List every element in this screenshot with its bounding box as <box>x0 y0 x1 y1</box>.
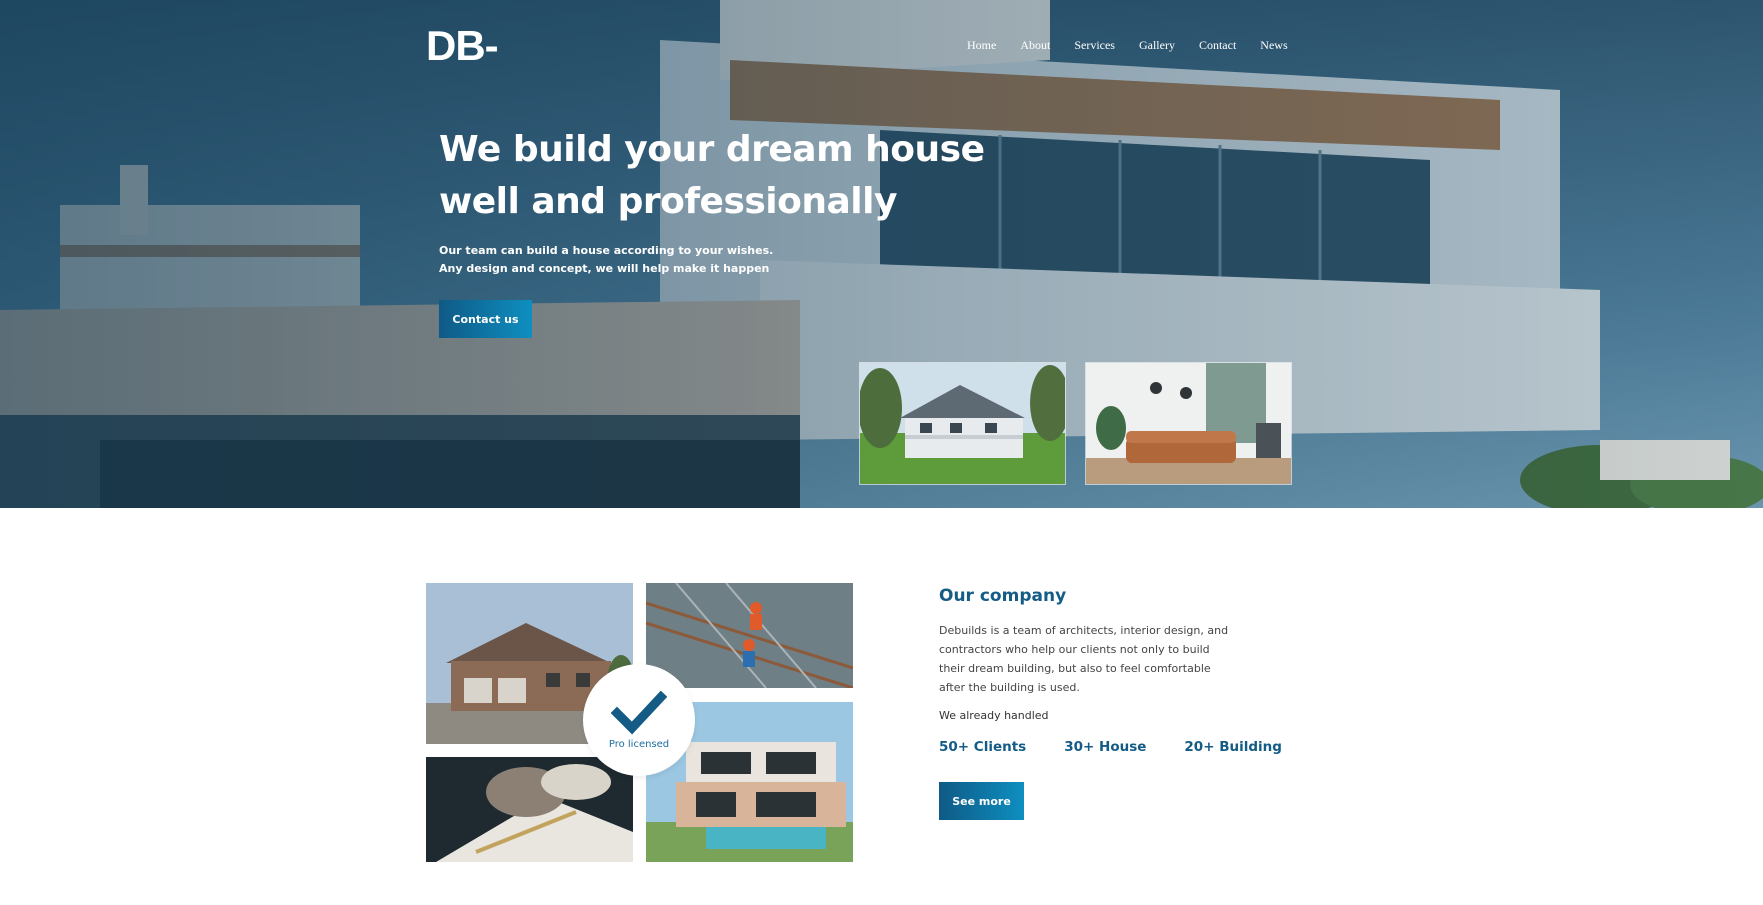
hero-subtitle: Our team can build a house according to … <box>439 242 859 278</box>
hero-subtitle-line-1: Our team can build a house according to … <box>439 244 774 257</box>
living-room-photo <box>1085 362 1292 485</box>
construction-workers-photo <box>646 583 853 688</box>
nav-item-news[interactable]: News <box>1260 38 1287 53</box>
hero-title: We build your dream house well and profe… <box>439 124 999 228</box>
site-logo[interactable]: DB- <box>426 22 499 70</box>
main-nav: Home About Services Gallery Contact News <box>967 38 1312 53</box>
stat-building: 20+ Building <box>1184 739 1282 755</box>
nav-item-services[interactable]: Services <box>1074 38 1115 53</box>
stat-house: 30+ House <box>1064 739 1147 755</box>
hero-title-line-2: well and professionally <box>439 181 897 222</box>
nav-item-gallery[interactable]: Gallery <box>1139 38 1175 53</box>
hero-title-line-1: We build your dream house <box>439 129 985 170</box>
company-title: Our company <box>939 586 1067 606</box>
hero-subtitle-line-2: Any design and concept, we will help mak… <box>439 262 770 275</box>
stats-row: 50+ Clients 30+ House 20+ Building <box>939 739 1320 755</box>
nav-item-home[interactable]: Home <box>967 38 996 53</box>
hero-section: DB- Home About Services Gallery Contact … <box>0 0 1763 508</box>
pro-licensed-badge: Pro licensed <box>583 664 695 776</box>
company-description: Debuilds is a team of architects, interi… <box>939 624 1229 694</box>
checkmark-icon <box>611 690 667 734</box>
see-more-button[interactable]: See more <box>939 782 1024 820</box>
nav-item-about[interactable]: About <box>1020 38 1050 53</box>
contact-us-button[interactable]: Contact us <box>439 300 532 338</box>
farmhouse-photo <box>859 362 1066 485</box>
nav-item-contact[interactable]: Contact <box>1199 38 1236 53</box>
stat-clients: 50+ Clients <box>939 739 1027 755</box>
badge-label: Pro licensed <box>608 738 670 750</box>
handled-label: We already handled <box>939 709 1049 722</box>
architect-drawing-photo <box>426 757 633 862</box>
